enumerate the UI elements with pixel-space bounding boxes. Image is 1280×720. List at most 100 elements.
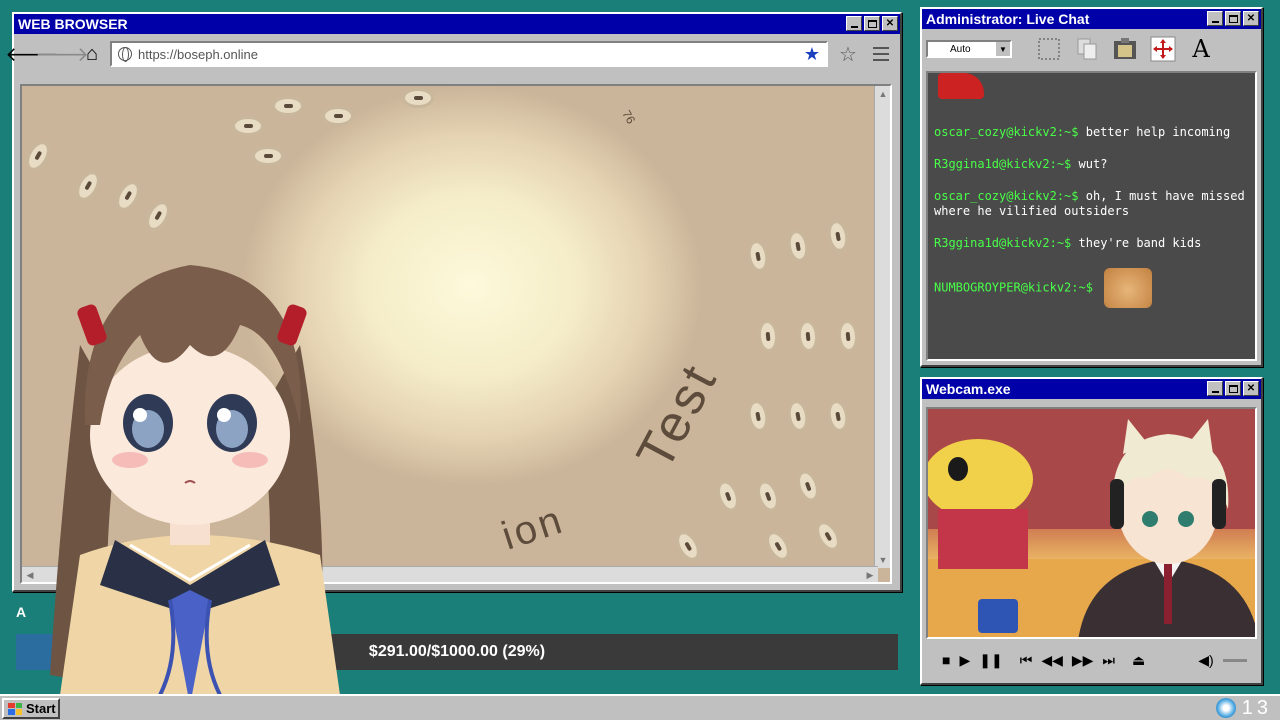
font-size-value: Auto: [950, 43, 971, 55]
address-bar[interactable]: https://boseph.online ★: [110, 41, 828, 67]
sheet-number: 76: [619, 107, 639, 127]
answer-bubble: [745, 238, 771, 274]
maximize-icon: [1228, 384, 1238, 393]
answer-bubble: [785, 228, 811, 264]
answer-bubble: [785, 398, 811, 434]
chat-username[interactable]: NUMBOGROYPER@kickv2:~$: [934, 281, 1093, 295]
chat-message: oscar_cozy@kickv2:~$ better help incomin…: [934, 125, 1249, 140]
paste-icon[interactable]: [1110, 34, 1140, 64]
answer-bubble: [713, 477, 743, 515]
marquee-icon: [1038, 38, 1060, 60]
ion-text: ion: [496, 497, 570, 559]
close-button[interactable]: ✕: [1243, 381, 1259, 396]
answer-bubble: [322, 106, 354, 126]
stop-icon[interactable]: ■: [942, 652, 950, 668]
answer-bubble: [272, 96, 304, 116]
answer-bubble: [232, 116, 264, 136]
minimize-button[interactable]: [1207, 11, 1223, 26]
close-button[interactable]: ✕: [882, 16, 898, 31]
emote-image: [938, 73, 984, 99]
answer-bubble: [111, 177, 145, 215]
scroll-up-icon[interactable]: ▲: [875, 86, 890, 102]
chat-username[interactable]: oscar_cozy@kickv2:~$: [934, 125, 1079, 139]
browser-toolbar: 🡐 🡒 ⌂ https://boseph.online ★ ☆: [5, 34, 900, 74]
chat-title: Administrator: Live Chat: [926, 11, 1090, 27]
chat-username[interactable]: oscar_cozy@kickv2:~$: [934, 189, 1079, 203]
start-label: Start: [26, 701, 56, 716]
select-tool-icon[interactable]: [1034, 34, 1064, 64]
vertical-scrollbar[interactable]: ▲ ▼: [874, 86, 890, 568]
system-tray: 13: [1215, 696, 1272, 720]
chevron-down-icon[interactable]: ▼: [996, 42, 1010, 56]
answer-bubble: [671, 527, 705, 565]
browser-titlebar[interactable]: WEB BROWSER ✕: [14, 14, 900, 34]
answer-bubble: [402, 88, 434, 108]
chat-username[interactable]: R3ggina1d@kickv2:~$: [934, 236, 1071, 250]
menu-button[interactable]: [868, 47, 894, 61]
answer-bubble: [825, 218, 851, 254]
webcam-titlebar[interactable]: Webcam.exe ✕: [922, 379, 1261, 399]
vtuber-avatar: [50, 265, 340, 695]
chat-message: R3ggina1d@kickv2:~$ they're band kids: [934, 236, 1249, 251]
answer-bubble: [22, 137, 55, 175]
browser-title: WEB BROWSER: [18, 16, 128, 32]
skip-forward-icon[interactable]: ⏭: [1102, 652, 1115, 669]
answer-bubble: [825, 398, 851, 434]
webcam-title: Webcam.exe: [926, 381, 1011, 397]
minimize-button[interactable]: [1207, 381, 1223, 396]
webcam-window: Webcam.exe ✕ ■ ▶ ❚❚ ⏮ ◀◀ ▶▶ ⏭ ⏏ ◀): [920, 377, 1263, 685]
clipboard-icon: [1114, 38, 1136, 59]
chat-toolbar: Auto ▼ A: [922, 29, 1261, 69]
chat-messages[interactable]: oscar_cozy@kickv2:~$ better help incomin…: [926, 71, 1257, 361]
chat-titlebar[interactable]: Administrator: Live Chat ✕: [922, 9, 1261, 29]
bookmark-star-icon[interactable]: ★: [804, 44, 820, 65]
cat-emote-image: [1104, 268, 1153, 308]
move-arrows-icon: [1150, 36, 1176, 62]
font-size-select[interactable]: Auto ▼: [926, 40, 1012, 58]
copy-glyph-icon: [1077, 38, 1097, 60]
forward-button[interactable]: 🡒: [35, 42, 89, 66]
scroll-right-icon[interactable]: ▶: [862, 567, 878, 582]
pause-icon[interactable]: ❚❚: [979, 652, 1002, 669]
start-button[interactable]: Start: [2, 698, 60, 719]
answer-bubble: [71, 167, 105, 205]
copy-icon[interactable]: [1072, 34, 1102, 64]
minimize-icon: [1211, 20, 1219, 23]
move-tool-icon[interactable]: [1148, 34, 1178, 64]
answer-bubble: [745, 398, 771, 434]
maximize-icon: [1228, 14, 1238, 23]
fast-forward-icon[interactable]: ▶▶: [1072, 652, 1094, 669]
answer-bubble: [796, 319, 820, 353]
minimize-button[interactable]: [846, 16, 862, 31]
favorites-star-icon[interactable]: ☆: [834, 42, 862, 67]
skip-back-icon[interactable]: ⏮: [1020, 652, 1033, 669]
answer-bubble: [756, 319, 780, 353]
play-icon[interactable]: ▶: [959, 652, 970, 669]
maximize-button[interactable]: [1225, 11, 1241, 26]
chat-username[interactable]: R3ggina1d@kickv2:~$: [934, 157, 1071, 171]
close-icon: ✕: [1246, 382, 1256, 394]
chat-text: wut?: [1078, 157, 1108, 171]
minimize-icon: [850, 25, 858, 28]
close-button[interactable]: ✕: [1243, 11, 1259, 26]
answer-bubble: [252, 146, 284, 166]
chat-text: they're band kids: [1078, 236, 1202, 250]
test-text: Test: [625, 353, 730, 479]
chat-message: R3ggina1d@kickv2:~$ wut?: [934, 157, 1249, 172]
eject-icon[interactable]: ⏏: [1132, 652, 1145, 669]
volume-slider[interactable]: [1222, 658, 1247, 662]
media-controls: ■ ▶ ❚❚ ⏮ ◀◀ ▶▶ ⏭ ⏏ ◀): [926, 645, 1257, 675]
answer-bubble: [753, 477, 783, 515]
rewind-icon[interactable]: ◀◀: [1041, 652, 1063, 669]
volume-icon[interactable]: ◀): [1198, 652, 1213, 669]
home-button[interactable]: ⌂: [80, 42, 104, 66]
clock: 13: [1241, 696, 1272, 719]
font-icon[interactable]: A: [1186, 34, 1216, 64]
answer-bubble: [811, 517, 845, 555]
chat-message: NUMBOGROYPER@kickv2:~$: [934, 268, 1249, 308]
taskbar: Start 13: [0, 694, 1280, 720]
url-text[interactable]: https://boseph.online: [138, 47, 798, 62]
network-icon[interactable]: [1215, 698, 1236, 718]
maximize-button[interactable]: [864, 16, 880, 31]
maximize-button[interactable]: [1225, 381, 1241, 396]
